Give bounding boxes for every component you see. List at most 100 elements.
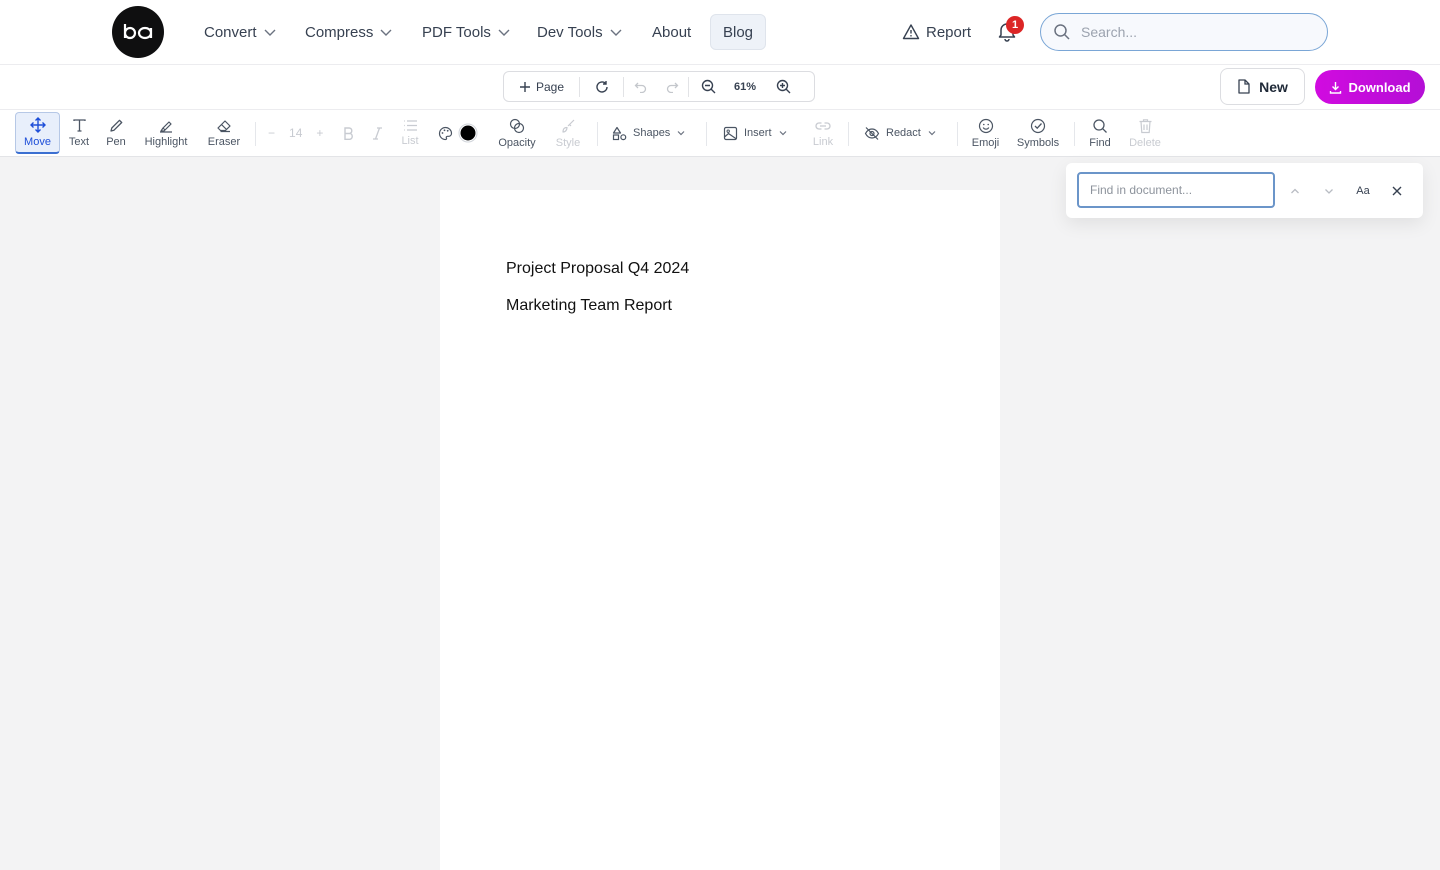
editing-toolbar: Move Text Pen Highlight Eraser − 14 + Li… (0, 109, 1440, 157)
list-icon (403, 120, 417, 131)
tool-style-label: Style (555, 136, 581, 149)
undo-icon (634, 82, 646, 93)
nav-dev-tools[interactable]: Dev Tools (537, 14, 623, 50)
chevron-down-icon (498, 29, 510, 36)
rotate-button[interactable] (580, 72, 623, 101)
tool-symbols[interactable]: Symbols (1015, 112, 1061, 154)
redact-label: Redact (886, 127, 921, 139)
highlighter-icon (160, 121, 172, 133)
tool-text[interactable]: Text (64, 112, 94, 154)
search-input[interactable] (1081, 24, 1301, 40)
zoom-out-button[interactable] (689, 72, 727, 101)
eye-off-icon (864, 126, 880, 140)
image-icon (723, 126, 738, 140)
add-page-button[interactable]: Page (504, 72, 579, 101)
redo-icon (666, 82, 678, 93)
shapes-label: Shapes (633, 127, 671, 139)
emoji-icon (978, 118, 993, 133)
tool-link[interactable]: Link (810, 112, 836, 154)
divider (597, 122, 598, 146)
nav-pdf-tools-label: PDF Tools (422, 23, 491, 41)
tool-eraser-label: Eraser (207, 136, 241, 148)
nav-blog-label: Blog (723, 23, 754, 41)
current-color-swatch[interactable] (458, 112, 478, 154)
tool-move-label: Move (24, 136, 51, 148)
tool-pen-label: Pen (106, 136, 126, 148)
redo-button[interactable] (656, 72, 688, 101)
insert-dropdown[interactable]: Insert (723, 112, 788, 154)
divider (1074, 122, 1075, 146)
document-text-line[interactable]: Project Proposal Q4 2024 (506, 260, 689, 278)
tool-highlight-label: Highlight (144, 136, 188, 148)
italic-icon (372, 126, 382, 140)
new-label: New (1259, 78, 1288, 95)
insert-label: Insert (744, 127, 772, 139)
text-icon (72, 119, 86, 132)
bold-button[interactable] (340, 112, 356, 154)
download-button[interactable]: Download (1315, 70, 1425, 104)
new-file-icon (1238, 79, 1250, 94)
plus-icon (519, 81, 530, 92)
rotate-icon (595, 80, 608, 93)
tool-symbols-label: Symbols (1016, 136, 1060, 149)
tool-highlight[interactable]: Highlight (140, 112, 192, 154)
shapes-dropdown[interactable]: Shapes (612, 112, 686, 154)
report-button[interactable]: Report (902, 14, 971, 50)
document-page[interactable]: Project Proposal Q4 2024 Marketing Team … (440, 190, 1000, 870)
tool-move[interactable]: Move (15, 112, 60, 154)
tool-opacity-label: Opacity (498, 136, 536, 149)
link-icon (815, 121, 831, 130)
nav-about-label: About (652, 23, 692, 41)
font-size-decrease-button[interactable]: − (268, 126, 275, 140)
tool-style[interactable]: Style (551, 112, 585, 154)
divider (848, 122, 849, 146)
font-size-increase-button[interactable]: + (316, 126, 323, 140)
nav-about[interactable]: About (652, 14, 691, 50)
page-controls-bar: Page 61% New Download (0, 65, 1440, 109)
nav-pdf-tools[interactable]: PDF Tools (422, 14, 511, 50)
chevron-up-icon (1291, 188, 1299, 194)
tool-eraser[interactable]: Eraser (203, 112, 245, 154)
font-size-value: 14 (289, 126, 303, 140)
nav-convert-label: Convert (204, 23, 257, 41)
brand-logo[interactable] (112, 6, 164, 58)
divider (957, 122, 958, 146)
tool-pen[interactable]: Pen (102, 112, 130, 154)
new-button[interactable]: New (1220, 68, 1305, 105)
chevron-down-icon (1325, 189, 1333, 194)
tool-opacity[interactable]: Opacity (494, 112, 540, 154)
color-swatch-icon (458, 123, 478, 143)
tool-list[interactable]: List (397, 112, 423, 154)
tool-emoji[interactable]: Emoji (970, 112, 1001, 154)
nav-compress[interactable]: Compress (305, 14, 393, 50)
find-next-button[interactable] (1318, 180, 1340, 202)
find-previous-button[interactable] (1284, 180, 1306, 202)
nav-convert[interactable]: Convert (204, 14, 277, 50)
opacity-icon (509, 118, 525, 133)
find-input[interactable] (1077, 172, 1275, 208)
find-panel: Aa (1066, 163, 1423, 218)
nav-dev-tools-label: Dev Tools (537, 23, 603, 41)
nav-blog[interactable]: Blog (710, 14, 767, 50)
tool-delete[interactable]: Delete (1126, 112, 1164, 154)
match-case-button[interactable]: Aa (1352, 180, 1374, 202)
palette-icon (438, 126, 452, 140)
color-palette-button[interactable] (437, 112, 453, 154)
close-find-button[interactable] (1386, 180, 1408, 202)
chevron-down-icon (928, 131, 936, 136)
undo-button[interactable] (624, 72, 656, 101)
tool-link-label: Link (812, 135, 834, 148)
italic-button[interactable] (369, 112, 385, 154)
search-box[interactable] (1040, 13, 1328, 51)
zoom-in-icon (776, 79, 790, 94)
zoom-out-icon (701, 79, 715, 94)
bold-icon (343, 126, 353, 140)
zoom-in-button[interactable] (763, 72, 803, 101)
chevron-down-icon (779, 131, 786, 136)
tool-text-label: Text (68, 136, 90, 148)
document-text-line[interactable]: Marketing Team Report (506, 297, 672, 315)
tool-find[interactable]: Find (1087, 112, 1113, 154)
divider (255, 122, 256, 146)
chevron-down-icon (677, 131, 685, 136)
redact-dropdown[interactable]: Redact (864, 112, 937, 154)
